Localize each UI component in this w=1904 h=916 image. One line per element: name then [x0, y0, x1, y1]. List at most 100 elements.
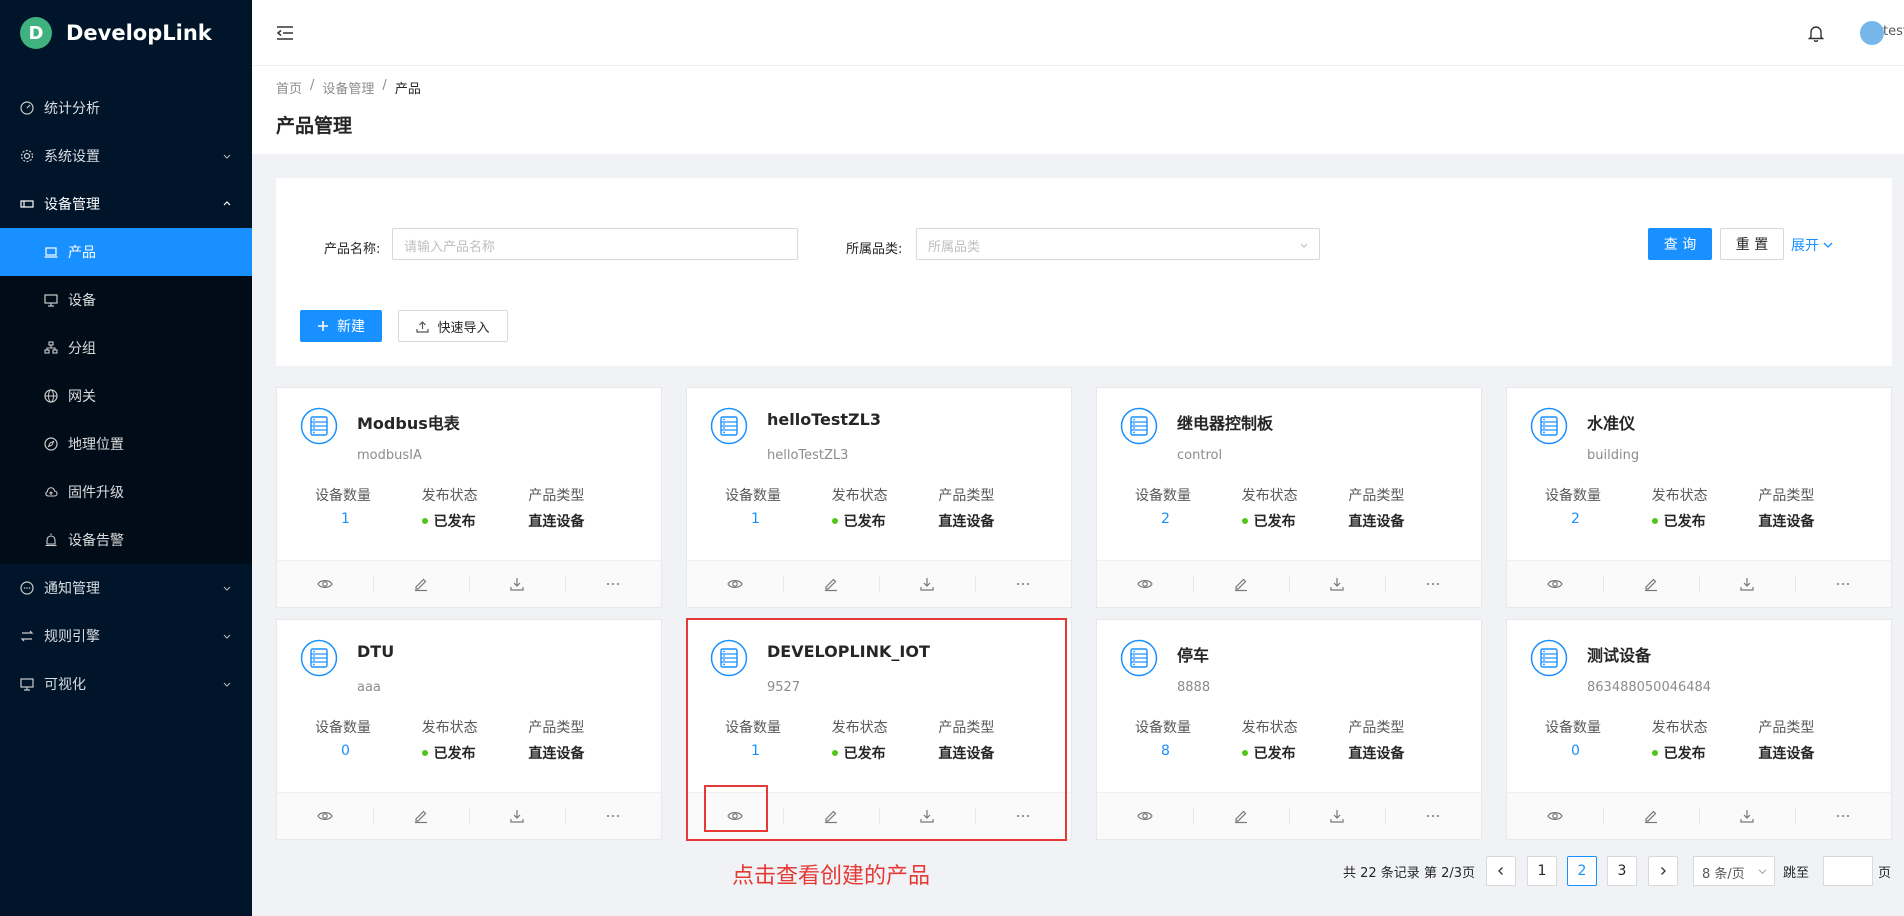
- sidebar-item-alarm[interactable]: 设备告警: [0, 516, 252, 564]
- sidebar-item-statistics[interactable]: 统计分析: [0, 84, 252, 132]
- avatar[interactable]: [1860, 21, 1884, 45]
- sidebar-item-system-settings[interactable]: 系统设置: [0, 132, 252, 180]
- product-card[interactable]: 停车 8888 设备数量 8 发布状态 已发布 产品类型 直连设备: [1096, 619, 1482, 840]
- edit-button[interactable]: [1603, 561, 1699, 607]
- download-button[interactable]: [469, 561, 565, 607]
- jump-page-input[interactable]: [1823, 856, 1873, 886]
- product-name[interactable]: 继电器控制板: [1177, 410, 1273, 434]
- download-button[interactable]: [1699, 793, 1795, 839]
- view-button[interactable]: [1507, 793, 1603, 839]
- product-card[interactable]: 测试设备 863488050046484 设备数量 0 发布状态 已发布 产品类型 直连设备: [1506, 619, 1892, 840]
- category-select[interactable]: 所属品类: [916, 228, 1320, 260]
- menu-fold-icon[interactable]: [276, 24, 294, 42]
- view-button[interactable]: [1507, 561, 1603, 607]
- device-count-value[interactable]: 1: [315, 511, 422, 527]
- page-size-select[interactable]: 8 条/页: [1693, 856, 1775, 886]
- breadcrumb-parent[interactable]: 设备管理: [322, 78, 374, 97]
- page-button-current[interactable]: 2: [1567, 856, 1597, 886]
- more-button[interactable]: [565, 561, 661, 607]
- device-count-value[interactable]: 0: [315, 743, 422, 759]
- sidebar-item-label: 可视化: [44, 677, 86, 693]
- product-name[interactable]: 水准仪: [1587, 410, 1635, 434]
- product-card[interactable]: 水准仪 building 设备数量 2 发布状态 已发布 产品类型 直连设备: [1506, 387, 1892, 608]
- chevron-down-icon: [223, 634, 231, 639]
- eye-icon: [1547, 576, 1563, 592]
- card-actions: [1097, 560, 1481, 607]
- new-button[interactable]: 新建: [300, 310, 382, 342]
- sidebar-item-rule-engine[interactable]: 规则引擎: [0, 612, 252, 660]
- product-card[interactable]: DTU aaa 设备数量 0 发布状态 已发布 产品类型 直连设备: [276, 619, 662, 840]
- next-page-button[interactable]: [1648, 856, 1678, 886]
- product-name[interactable]: DTU: [357, 642, 394, 661]
- sidebar-item-product[interactable]: 产品: [0, 228, 252, 276]
- more-button[interactable]: [1795, 561, 1891, 607]
- page-button[interactable]: 1: [1527, 856, 1557, 886]
- more-button[interactable]: [1385, 561, 1481, 607]
- view-button[interactable]: [277, 561, 373, 607]
- publish-status-text: 已发布: [1663, 514, 1706, 530]
- device-count-value[interactable]: 0: [1545, 743, 1652, 759]
- download-icon: [1739, 808, 1755, 824]
- product-icon: [1120, 407, 1158, 445]
- edit-button[interactable]: [373, 793, 469, 839]
- sidebar-item-group[interactable]: 分组: [0, 324, 252, 372]
- sidebar-item-gateway[interactable]: 网关: [0, 372, 252, 420]
- card-actions: [277, 560, 661, 607]
- edit-button[interactable]: [1193, 793, 1289, 839]
- sidebar-item-notification[interactable]: 通知管理: [0, 564, 252, 612]
- download-button[interactable]: [469, 793, 565, 839]
- sidebar-item-visualization[interactable]: 可视化: [0, 660, 252, 708]
- chevron-down-icon: [1758, 869, 1767, 875]
- username[interactable]: test: [1883, 24, 1904, 39]
- edit-button[interactable]: [1193, 561, 1289, 607]
- device-count-value[interactable]: 2: [1135, 511, 1242, 527]
- cloud-icon: [44, 485, 58, 499]
- bell-icon[interactable]: [1808, 24, 1824, 42]
- sidebar-item-device-management[interactable]: 设备管理: [0, 180, 252, 228]
- product-name[interactable]: helloTestZL3: [767, 410, 881, 429]
- app-name: DevelopLink: [66, 21, 212, 45]
- edit-button[interactable]: [1603, 793, 1699, 839]
- page-button[interactable]: 3: [1607, 856, 1637, 886]
- download-button[interactable]: [1289, 793, 1385, 839]
- device-count-value[interactable]: 8: [1135, 743, 1242, 759]
- device-count-value[interactable]: 2: [1545, 511, 1652, 527]
- breadcrumb-home[interactable]: 首页: [276, 78, 302, 97]
- view-button[interactable]: [277, 793, 373, 839]
- more-button[interactable]: [1385, 793, 1481, 839]
- more-button[interactable]: [1795, 793, 1891, 839]
- product-card[interactable]: 继电器控制板 control 设备数量 2 发布状态 已发布 产品类型 直连设备: [1096, 387, 1482, 608]
- reset-button[interactable]: 重 置: [1720, 228, 1784, 260]
- expand-link[interactable]: 展开: [1791, 235, 1833, 255]
- product-name[interactable]: Modbus电表: [357, 410, 460, 434]
- device-count-label: 设备数量: [1545, 720, 1601, 736]
- jump-page-suffix: 页: [1878, 866, 1892, 881]
- more-button[interactable]: [975, 561, 1071, 607]
- quick-import-button[interactable]: 快速导入: [398, 310, 508, 342]
- download-button[interactable]: [1289, 561, 1385, 607]
- more-button[interactable]: [565, 793, 661, 839]
- view-button[interactable]: [1097, 561, 1193, 607]
- product-name-input[interactable]: 请输入产品名称: [392, 228, 798, 260]
- product-card[interactable]: helloTestZL3 helloTestZL3 设备数量 1 发布状态 已发布 产品类型…: [686, 387, 1072, 608]
- edit-button[interactable]: [783, 561, 879, 607]
- dashboard-icon: [20, 101, 34, 115]
- product-name[interactable]: 测试设备: [1587, 642, 1651, 666]
- sidebar-item-location[interactable]: 地理位置: [0, 420, 252, 468]
- view-button[interactable]: [1097, 793, 1193, 839]
- eye-icon: [317, 576, 333, 592]
- query-button[interactable]: 查 询: [1648, 228, 1712, 260]
- prev-page-button[interactable]: [1486, 856, 1516, 886]
- sidebar-menu: 统计分析 系统设置 设备管理 产品 设备 分组 网关 地理位置 固件升级 设备告…: [0, 84, 252, 708]
- product-name[interactable]: 停车: [1177, 642, 1209, 666]
- publish-status-value: 已发布: [422, 511, 529, 531]
- device-count-value[interactable]: 1: [725, 511, 832, 527]
- edit-button[interactable]: [373, 561, 469, 607]
- app-logo[interactable]: D DevelopLink: [0, 0, 252, 66]
- sidebar-item-firmware[interactable]: 固件升级: [0, 468, 252, 516]
- sidebar-item-device[interactable]: 设备: [0, 276, 252, 324]
- product-card[interactable]: Modbus电表 modbusIA 设备数量 1 发布状态 已发布 产品类型 直连设备: [276, 387, 662, 608]
- download-button[interactable]: [1699, 561, 1795, 607]
- download-button[interactable]: [879, 561, 975, 607]
- view-button[interactable]: [687, 561, 783, 607]
